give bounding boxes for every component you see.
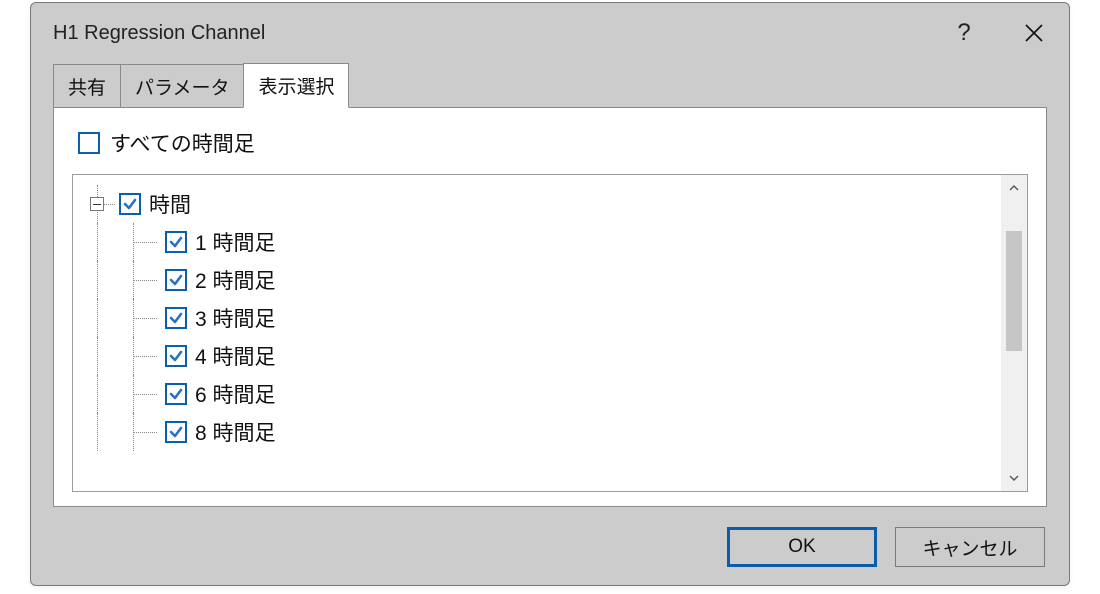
tree-item-checkbox[interactable] (165, 421, 187, 443)
tree-connector (73, 185, 119, 223)
tree-indent (73, 375, 119, 413)
tab-display-selection[interactable]: 表示選択 (243, 63, 349, 108)
tree-item-row: 4 時間足 (73, 337, 1001, 375)
all-timeframes-label: すべての時間足 (110, 128, 255, 158)
tree-item-row: 6 時間足 (73, 375, 1001, 413)
all-timeframes-checkbox[interactable] (78, 132, 100, 154)
title-bar: H1 Regression Channel ? (31, 3, 1069, 63)
tree-group-row: 時間 (73, 185, 1001, 223)
chevron-down-icon (1009, 473, 1019, 483)
tab-strip: 共有 パラメータ 表示選択 (31, 63, 1069, 107)
tab-share[interactable]: 共有 (53, 64, 121, 108)
scroll-thumb[interactable] (1006, 231, 1022, 351)
checkmark-icon (168, 310, 184, 326)
dialog-title: H1 Regression Channel (53, 22, 929, 45)
checkmark-icon (168, 386, 184, 402)
checkmark-icon (168, 424, 184, 440)
timeframe-tree-container: 時間 1 時間足 (72, 174, 1028, 492)
tree-connector (119, 375, 165, 413)
dialog-window: H1 Regression Channel ? 共有 パラメータ 表示選択 すべ… (30, 2, 1070, 586)
tree-indent (73, 299, 119, 337)
scroll-track[interactable] (1001, 201, 1027, 465)
cancel-button[interactable]: キャンセル (895, 527, 1045, 567)
tree-connector (119, 299, 165, 337)
all-timeframes-row: すべての時間足 (72, 128, 1028, 158)
dialog-button-row: OK キャンセル (31, 507, 1069, 585)
close-button[interactable] (999, 3, 1069, 63)
tree-connector (119, 413, 165, 451)
close-icon (1024, 23, 1044, 43)
checkmark-icon (122, 196, 138, 212)
tree-item-row: 1 時間足 (73, 223, 1001, 261)
tree-indent (73, 337, 119, 375)
tab-label: 表示選択 (258, 77, 334, 98)
tree-scrollbar[interactable] (1001, 175, 1027, 491)
button-label: キャンセル (922, 534, 1017, 561)
tree-group-label: 時間 (149, 189, 191, 219)
tree-item-label: 1 時間足 (195, 227, 276, 257)
tree-item-checkbox[interactable] (165, 231, 187, 253)
chevron-up-icon (1009, 183, 1019, 193)
checkmark-icon (168, 272, 184, 288)
tree-item-checkbox[interactable] (165, 383, 187, 405)
checkmark-icon (168, 348, 184, 364)
tree-item-label: 6 時間足 (195, 379, 276, 409)
tab-label: パラメータ (135, 78, 229, 99)
help-button[interactable]: ? (929, 3, 999, 63)
tree-item-checkbox[interactable] (165, 345, 187, 367)
tab-parameters[interactable]: パラメータ (120, 64, 244, 108)
ok-button[interactable]: OK (727, 527, 877, 567)
tree-group-checkbox[interactable] (119, 193, 141, 215)
button-label: OK (788, 536, 815, 558)
tree-item-checkbox[interactable] (165, 269, 187, 291)
tree-connector (119, 223, 165, 261)
timeframe-tree[interactable]: 時間 1 時間足 (73, 175, 1001, 491)
tree-item-checkbox[interactable] (165, 307, 187, 329)
tree-expander[interactable] (90, 197, 104, 211)
tree-item-row: 8 時間足 (73, 413, 1001, 451)
tab-panel-display-selection: すべての時間足 時間 (53, 107, 1047, 507)
tree-indent (73, 223, 119, 261)
tab-label: 共有 (68, 78, 106, 99)
tree-item-row: 3 時間足 (73, 299, 1001, 337)
scroll-up-arrow[interactable] (1001, 175, 1027, 201)
tree-connector (119, 337, 165, 375)
checkmark-icon (168, 234, 184, 250)
scroll-down-arrow[interactable] (1001, 465, 1027, 491)
tree-indent (73, 261, 119, 299)
tree-item-label: 3 時間足 (195, 303, 276, 333)
tree-item-row: 2 時間足 (73, 261, 1001, 299)
tree-indent (73, 413, 119, 451)
tree-item-label: 4 時間足 (195, 341, 276, 371)
tree-connector (119, 261, 165, 299)
tree-item-label: 8 時間足 (195, 417, 276, 447)
tree-item-label: 2 時間足 (195, 265, 276, 295)
